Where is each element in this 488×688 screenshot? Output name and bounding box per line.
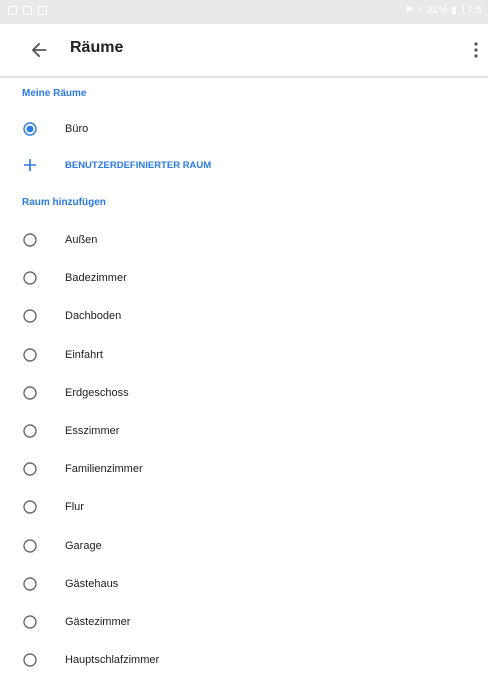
notification-icon — [23, 6, 32, 15]
room-option[interactable]: Büro — [0, 114, 488, 144]
radio-unchecked-icon[interactable] — [23, 424, 37, 438]
radio-unchecked-icon[interactable] — [23, 347, 37, 362]
room-option[interactable]: Außen — [0, 225, 488, 255]
radio-unchecked-icon[interactable] — [23, 500, 37, 515]
notification-icon — [38, 6, 47, 15]
room-option[interactable]: Badezimmer — [0, 263, 488, 293]
room-option-label: Familienzimmer — [65, 463, 143, 476]
room-option[interactable]: Esszimmer — [0, 416, 488, 446]
room-option-label: Gästezimmer — [65, 616, 131, 628]
room-option-label: Einfahrt — [65, 348, 103, 361]
room-option[interactable]: Dachboden — [0, 301, 488, 331]
radio-unchecked-icon[interactable] — [23, 309, 37, 324]
room-option-label: Dachboden — [65, 310, 122, 323]
add-room-header: Raum hinzufügen — [22, 197, 106, 208]
radio-unchecked-icon[interactable] — [23, 271, 37, 285]
room-option[interactable]: Flur — [0, 492, 488, 522]
more-vert-icon[interactable] — [470, 38, 482, 62]
room-option[interactable]: Gästehaus — [0, 569, 488, 599]
arrow-back-icon[interactable] — [28, 39, 50, 61]
room-option[interactable]: Gästezimmer — [0, 607, 488, 637]
room-option-label: Badezimmer — [65, 272, 127, 285]
notification-icon — [8, 6, 17, 15]
radio-unchecked-icon[interactable] — [23, 233, 37, 247]
room-option[interactable]: Hauptschlafzimmer — [0, 645, 488, 675]
notification-icons — [8, 6, 47, 15]
room-option-label: Außen — [65, 234, 98, 246]
room-option-label: Erdgeschoss — [65, 386, 129, 399]
status-indicators: ⚑ ▿ 25% ▮ 17:5 — [404, 5, 482, 16]
radio-checked-icon[interactable] — [23, 122, 37, 136]
plus-icon — [24, 159, 36, 171]
app-bar: Räume — [0, 24, 488, 78]
add-custom-room-button[interactable]: BENUTZERDEFINIERTER RAUM — [0, 150, 488, 180]
room-option[interactable]: Familienzimmer — [0, 454, 488, 484]
page-title: Räume — [70, 39, 124, 56]
add-custom-room-label: BENUTZERDEFINIERTER RAUM — [65, 160, 212, 171]
room-option[interactable]: Erdgeschoss — [0, 378, 488, 408]
room-option-label: Gästehaus — [65, 577, 119, 590]
radio-unchecked-icon[interactable] — [23, 538, 37, 553]
radio-unchecked-icon[interactable] — [23, 462, 37, 476]
radio-unchecked-icon[interactable] — [23, 615, 37, 629]
room-option[interactable]: Einfahrt — [0, 340, 488, 370]
radio-unchecked-icon[interactable] — [23, 577, 37, 591]
room-option-label: Flur — [65, 501, 84, 514]
room-option-label: Garage — [65, 539, 102, 552]
room-option-label: Büro — [65, 123, 89, 135]
room-option-label: Esszimmer — [65, 425, 120, 437]
radio-unchecked-icon[interactable] — [23, 386, 37, 400]
room-option[interactable]: Garage — [0, 531, 488, 561]
room-option-label: Hauptschlafzimmer — [65, 654, 160, 667]
status-bar: ⚑ ▿ 25% ▮ 17:5 — [0, 0, 488, 24]
my-rooms-header: Meine Räume — [22, 88, 87, 99]
radio-unchecked-icon[interactable] — [23, 653, 37, 667]
